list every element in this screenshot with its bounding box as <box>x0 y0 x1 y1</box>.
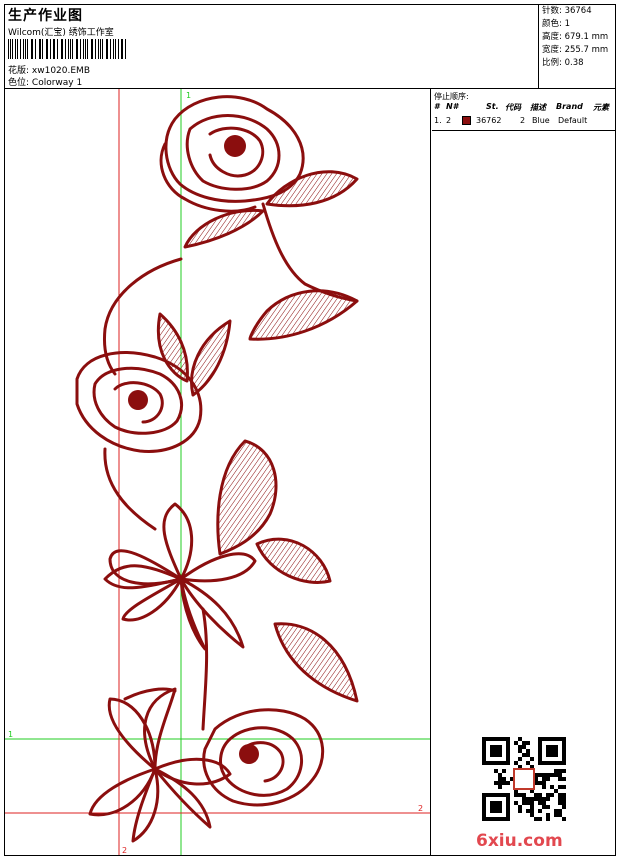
col-index: # <box>434 102 440 111</box>
colorway-value: Colorway 1 <box>31 78 83 88</box>
leaf-top-left <box>183 208 265 249</box>
row-index: 1. <box>434 116 442 125</box>
barcode-bar <box>15 39 16 59</box>
stop-sequence-label: 停止顺序: <box>434 92 469 101</box>
guide-label-green-left: 1 <box>8 730 13 739</box>
barcode-bar <box>42 39 43 59</box>
rose-middle-center <box>128 390 148 410</box>
stem-right <box>261 202 359 303</box>
row-code: 2 <box>520 116 526 125</box>
col-code: 代码 <box>505 103 521 112</box>
leaf-right-mid <box>248 289 359 341</box>
barcode-bar <box>54 39 56 59</box>
company-name: Wilcom(汇宝) 绣饰工作室 <box>8 28 114 38</box>
col-desc: 描述 <box>530 103 546 112</box>
leaf-top-right <box>265 170 359 208</box>
lily-bottom <box>88 687 232 843</box>
embroidery-preview: 1 1 2 2 <box>5 89 430 855</box>
barcode-bar <box>57 39 59 59</box>
spec-colors: 颜色: 1 <box>542 19 570 29</box>
leaf-middle-right <box>190 319 232 397</box>
barcode-bar <box>8 39 9 59</box>
barcode-bar <box>105 39 107 59</box>
barcode-bar <box>30 39 32 59</box>
leaf-tall-center <box>216 439 278 556</box>
rose-bottom <box>202 708 325 807</box>
spec-height: 高度: 679.1 mm <box>542 32 609 42</box>
guide-label-red-right: 2 <box>418 804 423 813</box>
barcode-bar <box>68 39 69 59</box>
guide-label-red-bottom: 2 <box>122 846 127 855</box>
col-stitches: St. <box>486 102 499 111</box>
col-needle: N# <box>446 102 459 111</box>
design-canvas: 1 1 2 2 <box>5 89 431 855</box>
barcode-bar <box>92 39 93 59</box>
barcode-bar <box>122 39 123 59</box>
stop-sequence-row: 1. 2 36762 2 Blue Default <box>432 116 615 128</box>
barcode <box>8 39 128 59</box>
barcode-bar <box>16 39 18 59</box>
barcode-bar <box>79 39 81 59</box>
barcode-bar <box>34 39 36 59</box>
barcode-bar <box>112 39 114 59</box>
barcode-bar <box>98 39 99 59</box>
production-sheet: 生产作业图 Wilcom(汇宝) 绣饰工作室 花版: xw1020.EMB 色位… <box>4 4 616 856</box>
guide-label-green-top: 1 <box>186 91 191 100</box>
header-info: 生产作业图 Wilcom(汇宝) 绣饰工作室 花版: xw1020.EMB 色位… <box>5 5 539 89</box>
stem-lower <box>201 607 209 731</box>
barcode-bar <box>49 39 51 59</box>
barcode-bar <box>72 39 74 59</box>
barcode-bar <box>83 39 85 59</box>
barcode-bar <box>114 39 116 59</box>
colorway-label: 色位: <box>8 78 30 88</box>
leaf-middle-upper <box>156 312 189 383</box>
row-brand: Default <box>558 116 588 125</box>
rose-top-center <box>224 135 246 157</box>
rose-bottom-center <box>239 744 259 764</box>
thread-swatch <box>462 116 471 127</box>
leaf-bottom-right <box>273 622 359 703</box>
row-stitches: 36762 <box>476 116 502 125</box>
row-needle: 2 <box>446 116 452 125</box>
spec-stitches: 针数: 36764 <box>542 6 592 16</box>
spec-width: 宽度: 255.7 mm <box>542 45 609 55</box>
col-brand: Brand <box>556 102 583 111</box>
row-desc: Blue <box>532 116 550 125</box>
stop-sequence-panel: 停止顺序: # N# St. 代码 描述 Brand 元素 1. 2 36762… <box>432 89 615 855</box>
site-watermark: 6xiu.com <box>476 831 563 851</box>
page-title: 生产作业图 <box>8 8 83 24</box>
panel-divider <box>432 130 615 131</box>
barcode-bar <box>26 39 28 59</box>
spec-scale: 比例: 0.38 <box>542 58 584 68</box>
spec-list: 针数: 36764 颜色: 1 高度: 679.1 mm 宽度: 255.7 m… <box>540 5 615 89</box>
leaf-lower-right <box>255 537 332 584</box>
stop-sequence-header: # N# St. 代码 描述 Brand 元素 <box>432 102 615 114</box>
col-element: 元素 <box>593 103 609 112</box>
qr-code <box>482 737 566 821</box>
header: 生产作业图 Wilcom(汇宝) 绣饰工作室 花版: xw1020.EMB 色位… <box>5 5 615 89</box>
stem-middle <box>103 447 157 531</box>
colorway-row: 色位: Colorway 1 <box>8 75 82 88</box>
